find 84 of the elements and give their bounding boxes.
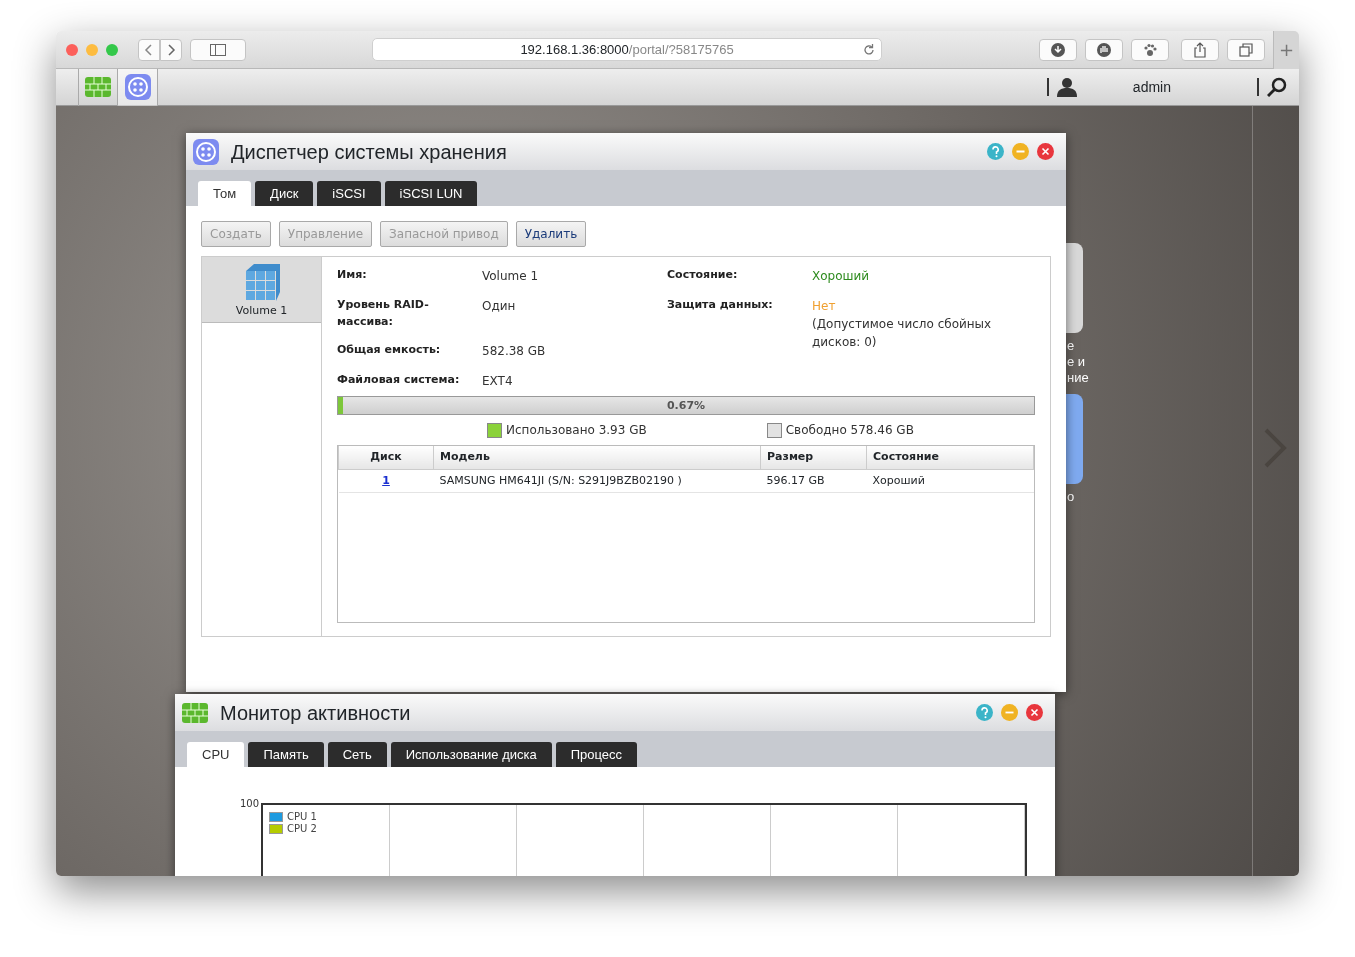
help-icon[interactable]: [976, 704, 993, 721]
tab[interactable]: Использование диска: [390, 742, 552, 767]
sidebar-icon: [210, 43, 226, 56]
minimize-button[interactable]: [86, 43, 98, 56]
field-value: EXT4: [482, 373, 513, 390]
search-icon[interactable]: [1267, 77, 1287, 97]
download-icon: [1050, 41, 1066, 58]
chevron-left-icon: [144, 43, 154, 56]
app-label[interactable]: о: [1067, 489, 1075, 505]
paw-button[interactable]: [1131, 38, 1169, 61]
taskbar-item[interactable]: [78, 68, 118, 106]
minimize-icon[interactable]: [1012, 143, 1029, 160]
field-label: Защита данных:: [667, 297, 774, 313]
field-label: Состояние:: [667, 267, 739, 283]
volume-item[interactable]: Volume 1: [202, 257, 321, 323]
app-label[interactable]: е е и ние: [1067, 338, 1089, 386]
table-cell: 596.17 GB: [766, 473, 825, 487]
field-value: Volume 1: [482, 268, 539, 285]
monitor-app-icon: [85, 77, 111, 97]
monitor-app-icon: [182, 702, 208, 723]
status-value: Хороший: [812, 268, 871, 285]
tab[interactable]: CPU: [187, 742, 245, 767]
volume-name[interactable]: Volume 1: [235, 303, 288, 320]
storage-app-icon: [124, 74, 151, 100]
column-header: Модель: [433, 446, 761, 469]
user-icon[interactable]: [1056, 77, 1077, 97]
tab[interactable]: Процесс: [555, 742, 638, 767]
hand-button[interactable]: [1085, 38, 1123, 61]
download-button[interactable]: [1039, 38, 1077, 61]
field-label: Уровень RAID-массива:: [337, 297, 430, 330]
reload-icon[interactable]: [863, 44, 875, 56]
field-note: (Допустимое число сбойных дисков: 0): [812, 316, 993, 351]
window-title: Монитор активности: [220, 700, 411, 726]
action-button[interactable]: Удалить: [515, 221, 587, 247]
table-cell: Хороший: [872, 473, 925, 487]
used-legend: Использовано 3.93 GB: [506, 421, 647, 439]
axis-tick-label: 100: [240, 798, 260, 811]
tab[interactable]: Память: [248, 742, 324, 767]
sidebar-button[interactable]: [190, 38, 246, 61]
column-header: Состояние: [866, 446, 1034, 469]
tab[interactable]: Диск: [255, 181, 314, 206]
window-title: Диспетчер системы хранения: [231, 139, 507, 165]
share-button[interactable]: [1181, 38, 1219, 61]
taskbar-item[interactable]: [118, 68, 158, 106]
status-value: Нет: [812, 298, 837, 315]
field-label: Файловая система:: [337, 372, 461, 388]
username[interactable]: admin: [1132, 76, 1171, 98]
field-label: Общая емкость:: [337, 342, 442, 358]
free-legend: Свободно 578.46 GB: [785, 421, 914, 439]
help-icon[interactable]: [987, 143, 1004, 160]
hand-icon: [1096, 41, 1112, 58]
field-value: Один: [482, 298, 516, 315]
close-icon[interactable]: [1026, 704, 1043, 721]
app-tile[interactable]: [1066, 243, 1083, 333]
back-button[interactable]: [138, 38, 160, 61]
column-header: Диск: [338, 446, 434, 469]
paw-icon: [1142, 41, 1158, 58]
tab[interactable]: iSCSI LUN: [384, 181, 478, 206]
close-button[interactable]: [66, 43, 78, 56]
close-icon[interactable]: [1037, 143, 1054, 160]
zoom-button[interactable]: [106, 43, 118, 56]
usage-percent: 0.67%: [666, 398, 706, 414]
disk-link[interactable]: 1: [382, 473, 390, 487]
field-label: Имя:: [337, 267, 368, 283]
legend-label: CPU 2: [287, 823, 317, 835]
forward-button[interactable]: [160, 38, 182, 61]
legend-swatch: [766, 422, 782, 438]
tab[interactable]: Том: [198, 181, 252, 206]
minimize-icon[interactable]: [1001, 704, 1018, 721]
url-text: 192.168.1.36:8000/portal/?58175765: [520, 40, 734, 59]
table-cell: SAMSUNG HM641JI (S/N: S291J9BZB02190 ): [439, 473, 682, 487]
tabs-icon: [1238, 41, 1254, 58]
tab[interactable]: Сеть: [327, 742, 387, 767]
chevron-right-icon: [166, 43, 176, 56]
app-tile[interactable]: [1066, 394, 1083, 484]
legend-label: CPU 1: [287, 811, 317, 823]
column-header: Размер: [760, 446, 867, 469]
share-icon: [1192, 41, 1208, 58]
field-value: 582.38 GB: [482, 343, 546, 360]
address-field[interactable]: 192.168.1.36:8000/portal/?58175765: [372, 38, 882, 61]
legend-swatch: [487, 422, 502, 438]
storage-app-icon: [193, 138, 219, 165]
tab[interactable]: iSCSI: [317, 181, 381, 206]
tabs-button[interactable]: [1227, 38, 1265, 61]
